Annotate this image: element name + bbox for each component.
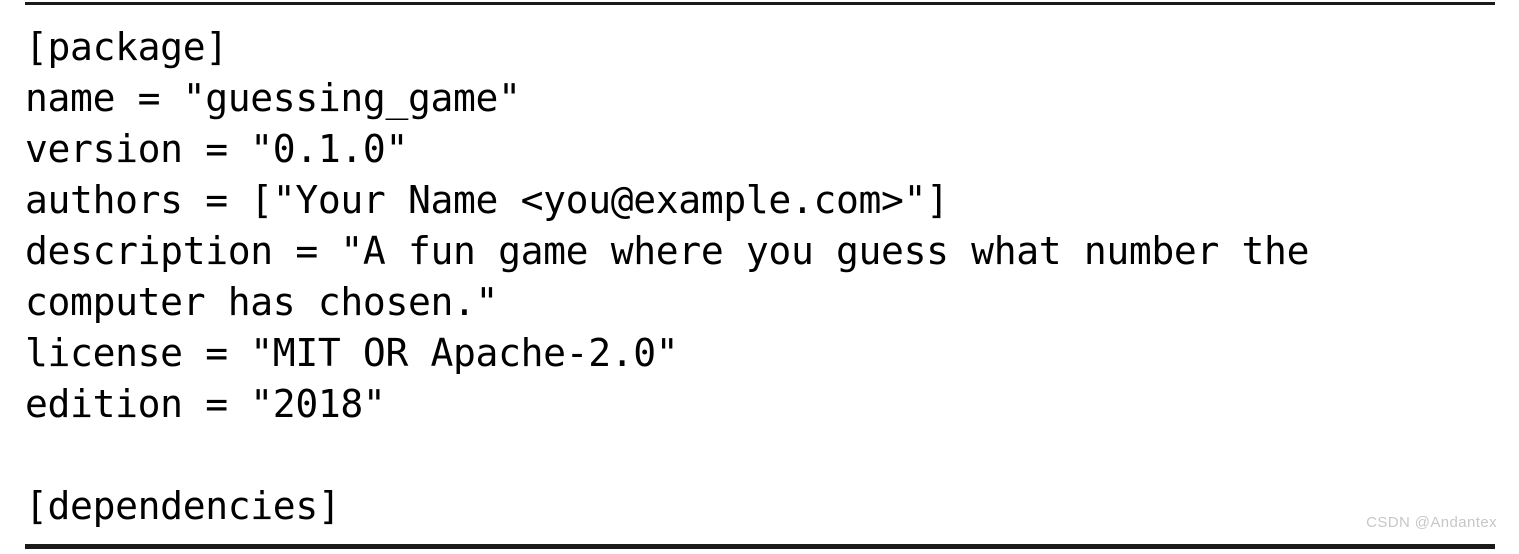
code-block-top-rule <box>25 2 1495 5</box>
code-block: [package] name = "guessing_game" version… <box>0 0 1519 554</box>
cargo-toml-code: [package] name = "guessing_game" version… <box>25 25 1310 528</box>
code-block-bottom-rule <box>25 544 1495 549</box>
csdn-watermark: CSDN @Andantex <box>1366 514 1497 531</box>
